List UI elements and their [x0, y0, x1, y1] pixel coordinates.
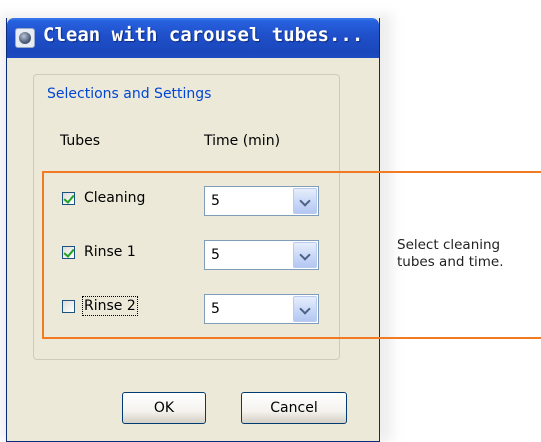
dialog-title: Clean with carousel tubes...	[43, 24, 364, 46]
group-label: Selections and Settings	[44, 86, 215, 102]
ok-button[interactable]: OK	[122, 392, 206, 424]
cancel-button[interactable]: Cancel	[241, 392, 347, 424]
callout-text: Select cleaning tubes and time.	[397, 237, 504, 270]
app-icon	[15, 28, 35, 48]
tubes-header: Tubes	[60, 133, 101, 149]
title-bar[interactable]: Clean with carousel tubes...	[7, 18, 379, 58]
time-header: Time (min)	[204, 133, 281, 149]
